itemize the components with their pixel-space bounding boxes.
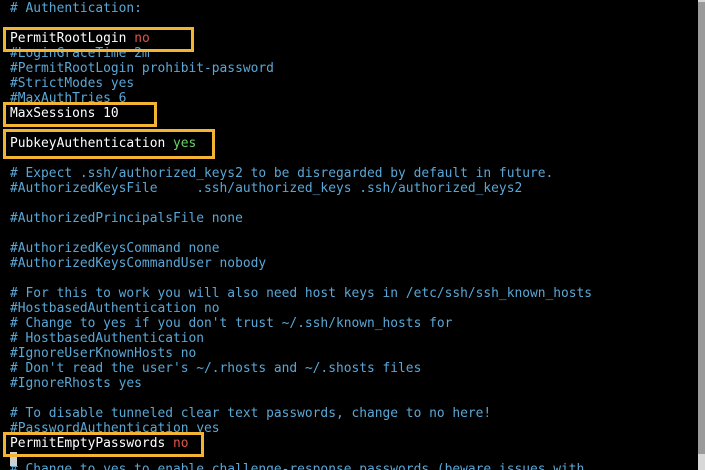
config-line-pubkey-authentication: PubkeyAuthentication yes bbox=[10, 136, 196, 151]
config-line: # To disable tunneled clear text passwor… bbox=[10, 406, 492, 421]
config-value: yes bbox=[172, 136, 197, 151]
config-key: PubkeyAuthentication bbox=[10, 136, 166, 151]
config-line: # Change to yes if you don't trust ~/.ss… bbox=[10, 316, 453, 331]
config-key: PermitEmptyPasswords bbox=[10, 436, 166, 451]
config-line-max-sessions: MaxSessions 10 bbox=[10, 106, 119, 121]
config-line: # Don't read the user's ~/.rhosts and ~/… bbox=[10, 361, 422, 376]
config-line: #AuthorizedPrincipalsFile none bbox=[10, 211, 243, 226]
text-cursor bbox=[10, 452, 17, 466]
terminal-window[interactable]: # Authentication: PermitRootLogin no #Lo… bbox=[0, 0, 698, 470]
config-line: #AuthorizedKeysCommandUser nobody bbox=[10, 256, 267, 271]
config-line: #StrictModes yes bbox=[10, 76, 135, 91]
config-line: #PasswordAuthentication yes bbox=[10, 421, 220, 436]
config-line: #IgnoreUserKnownHosts no bbox=[10, 346, 197, 361]
config-line: # For this to work you will also need ho… bbox=[10, 286, 593, 301]
config-value: no bbox=[134, 31, 150, 46]
config-line: #PermitRootLogin prohibit-password bbox=[10, 61, 274, 76]
config-line: #AuthorizedKeysCommand none bbox=[10, 241, 220, 256]
config-line: # Expect .ssh/authorized_keys2 to be dis… bbox=[10, 166, 554, 181]
config-line-permit-empty-passwords: PermitEmptyPasswords no bbox=[10, 436, 189, 451]
config-line-permit-root-login: PermitRootLogin no bbox=[10, 31, 150, 46]
config-value: no bbox=[172, 436, 189, 451]
config-line: # Authentication: bbox=[10, 1, 142, 16]
config-line: #HostbasedAuthentication no bbox=[10, 301, 220, 316]
vertical-scrollbar[interactable] bbox=[698, 0, 705, 470]
config-line: # Change to yes to enable challenge-resp… bbox=[10, 462, 585, 470]
config-line: #IgnoreRhosts yes bbox=[10, 376, 142, 391]
scrollbar-thumb[interactable] bbox=[698, 2, 705, 454]
config-key: PermitRootLogin bbox=[10, 31, 127, 46]
config-line: #AuthorizedKeysFile .ssh/authorized_keys… bbox=[10, 181, 523, 196]
config-line: # HostbasedAuthentication bbox=[10, 331, 205, 346]
config-line: #MaxAuthTries 6 bbox=[10, 91, 127, 106]
config-line: #LoginGraceTime 2m bbox=[10, 46, 150, 61]
